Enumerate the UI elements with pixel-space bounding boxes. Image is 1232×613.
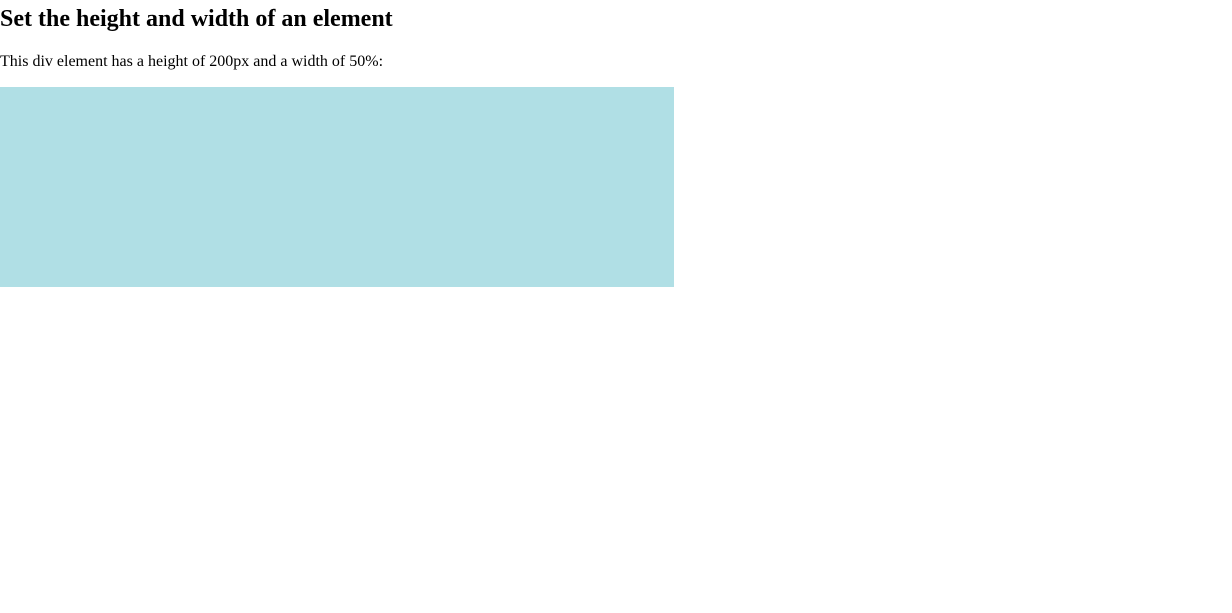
page: Set the height and width of an element T… (0, 0, 1232, 613)
sized-div-box (0, 87, 674, 287)
description-text: This div element has a height of 200px a… (0, 53, 384, 70)
page-heading: Set the height and width of an element (0, 6, 393, 32)
